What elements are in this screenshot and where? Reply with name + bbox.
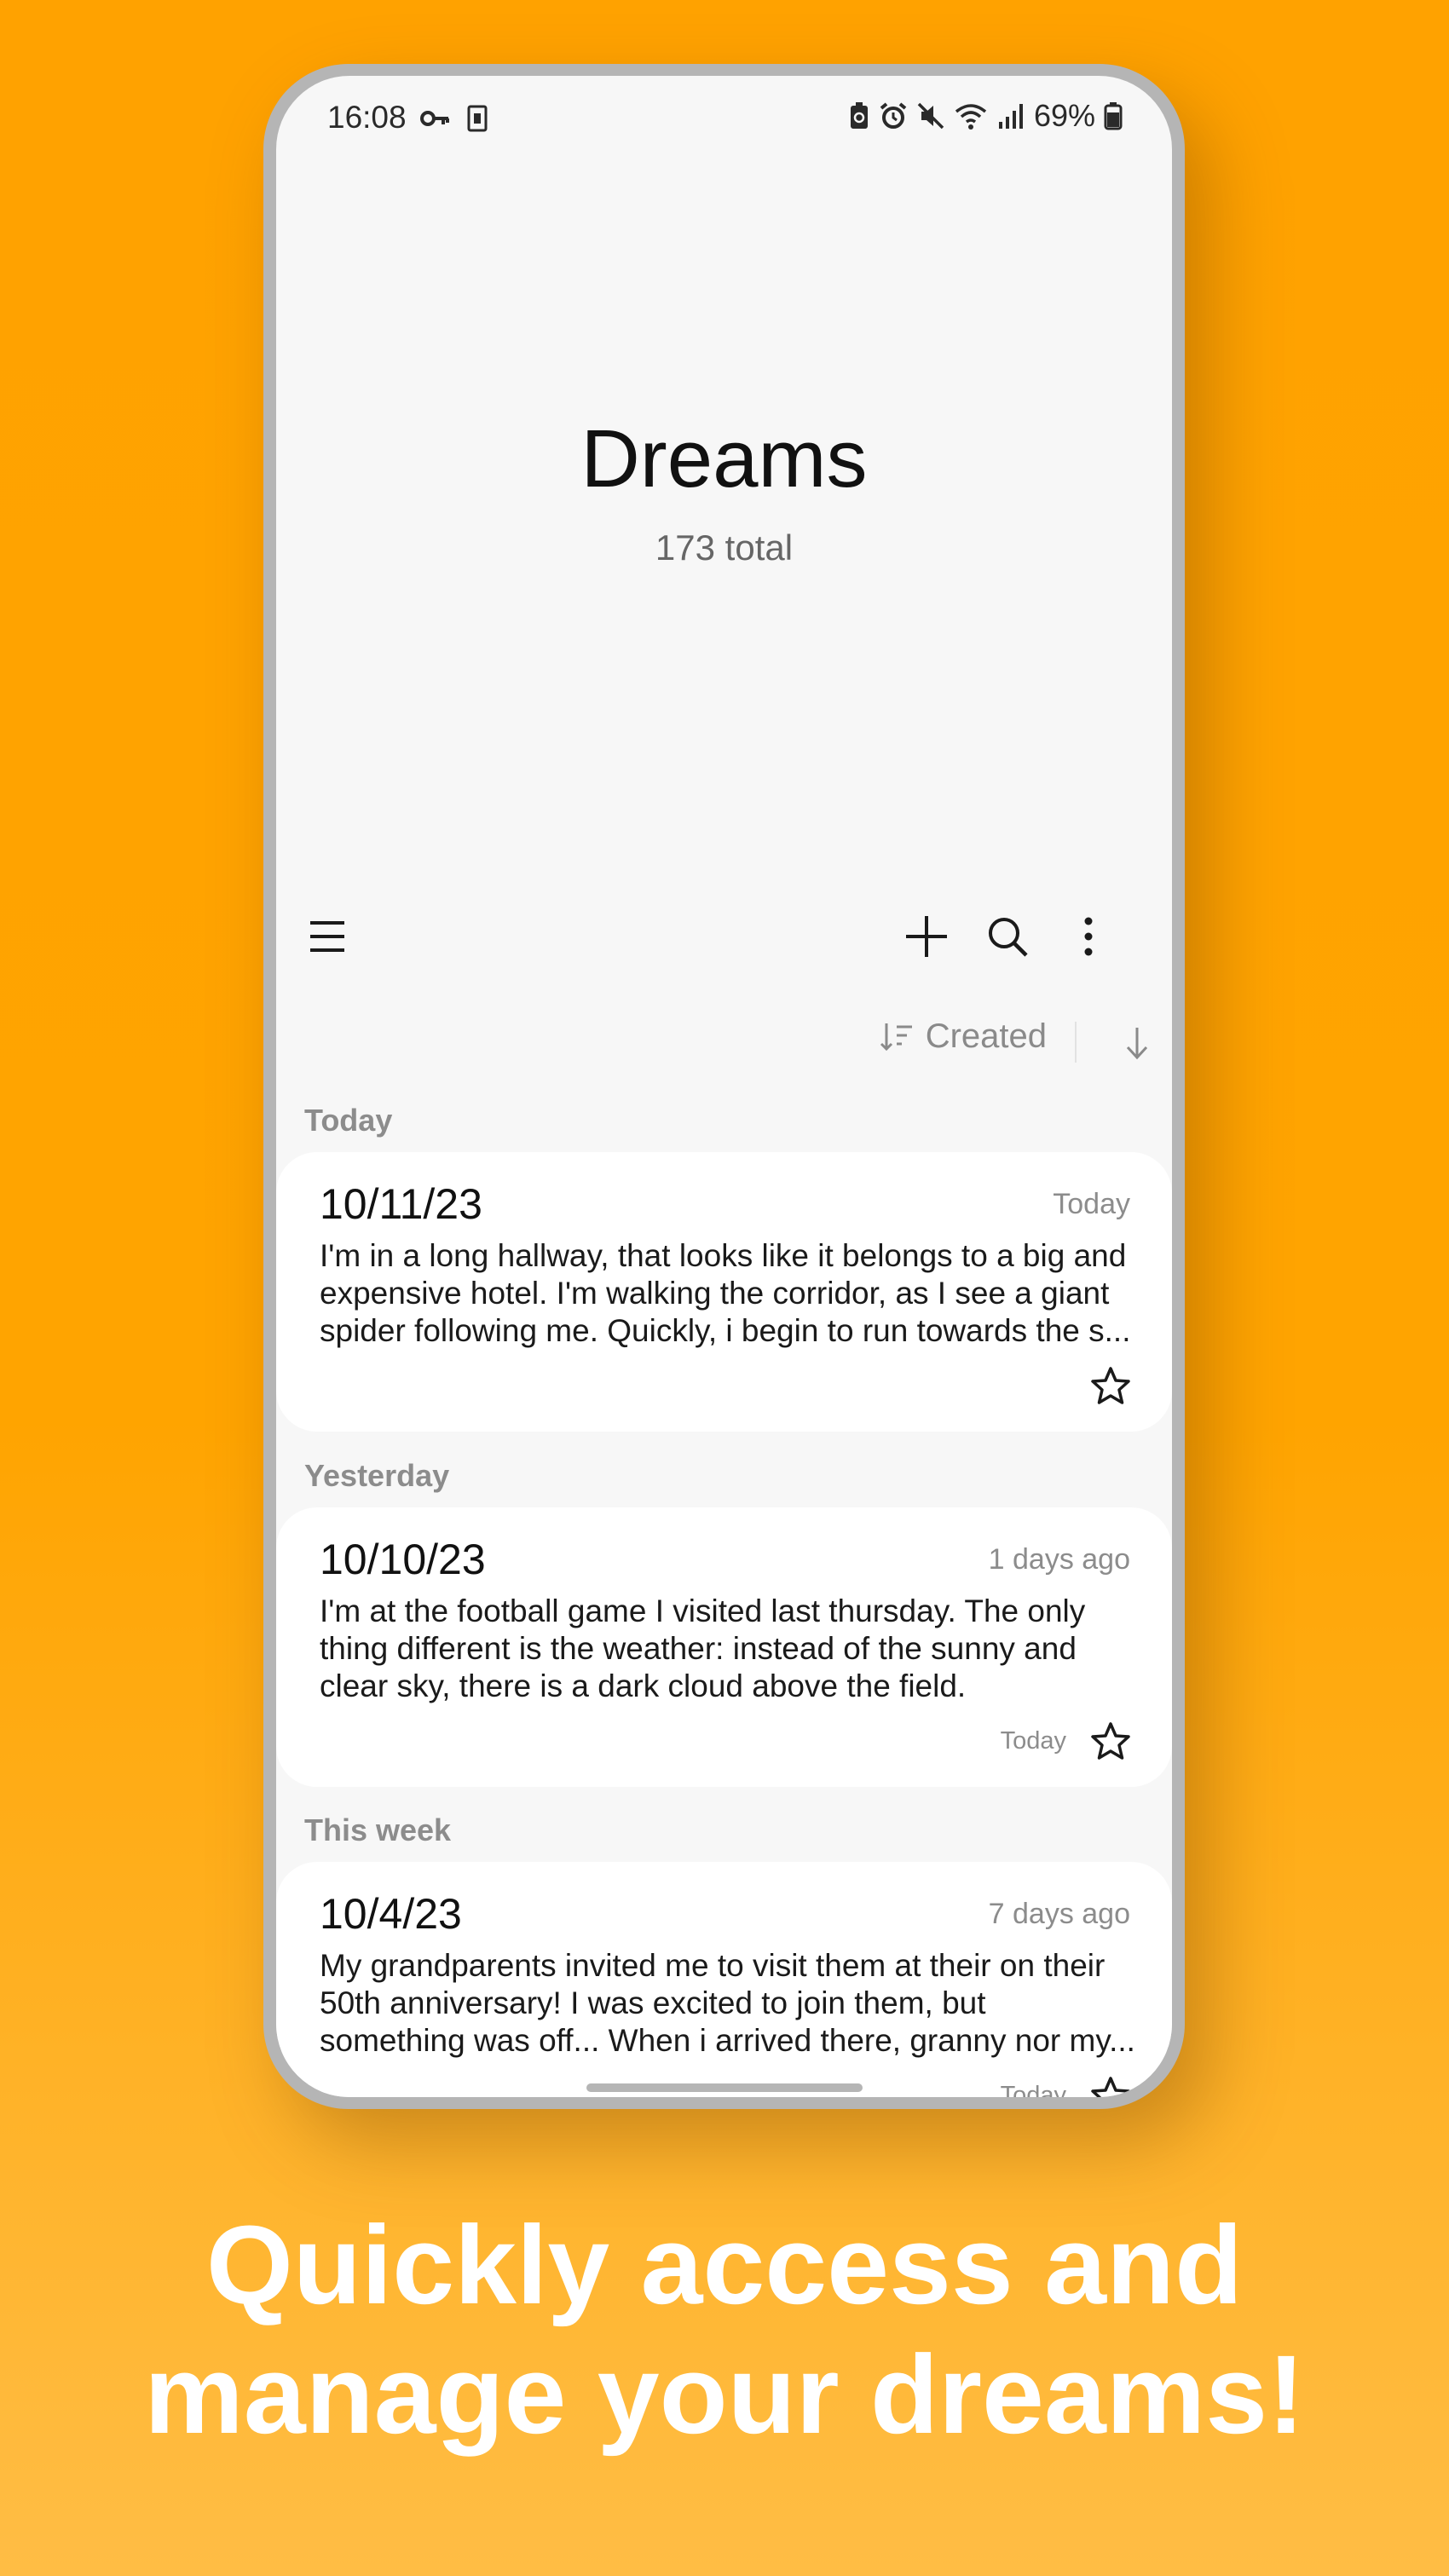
favorite-button[interactable]	[1083, 2068, 1138, 2097]
more-vert-icon	[1084, 917, 1093, 956]
favorite-button[interactable]	[1083, 1714, 1138, 1768]
search-button[interactable]	[973, 902, 1042, 971]
section-label-this-week: This week	[304, 1812, 452, 1847]
dream-excerpt: My grandparents invited me to visit them…	[320, 1948, 1134, 2058]
dream-excerpt: I'm in a long hallway, that looks like i…	[320, 1238, 1131, 1348]
sort-icon	[880, 1023, 912, 1051]
caption-line-2: manage your dreams!	[144, 2331, 1305, 2457]
dream-card[interactable]: 10/11/23 Today I'm in a long hallway, th…	[276, 1152, 1172, 1432]
sort-selector[interactable]: Created	[880, 1017, 1047, 1056]
phone-screen: 16:08 69% Dreams 173 total Created Today…	[276, 76, 1172, 2097]
key-icon	[420, 111, 449, 126]
dream-age: Today	[1053, 1188, 1130, 1220]
status-bar: 16:08 69%	[276, 76, 1172, 161]
star-outline-icon	[1091, 2077, 1130, 2097]
section-label-yesterday: Yesterday	[304, 1458, 450, 1493]
favorite-button[interactable]	[1083, 1358, 1138, 1413]
menu-icon	[310, 921, 344, 952]
wifi-icon	[955, 104, 987, 130]
add-dream-button[interactable]	[892, 902, 961, 971]
add-icon	[906, 916, 947, 957]
caption-line-1: Quickly access and	[205, 2202, 1244, 2327]
dream-modified: Today	[1000, 1727, 1066, 1755]
promo-caption: Quickly access and manage your dreams!	[0, 2200, 1449, 2459]
mute-icon	[917, 102, 944, 130]
dream-date: 10/10/23	[320, 1536, 486, 1583]
dream-age: 1 days ago	[988, 1543, 1130, 1576]
status-time: 16:08	[327, 100, 407, 135]
battery-percent: 69%	[1033, 98, 1095, 133]
battery-icon	[1104, 102, 1123, 130]
section-label-today: Today	[304, 1103, 393, 1138]
dream-date: 10/11/23	[320, 1180, 482, 1228]
phone-frame: 16:08 69% Dreams 173 total Created Today…	[263, 64, 1185, 2109]
signal-icon	[998, 104, 1023, 129]
home-indicator[interactable]	[586, 2083, 863, 2092]
dream-excerpt: I'm at the football game I visited last …	[320, 1593, 1086, 1703]
dream-card[interactable]: 10/4/23 7 days ago My grandparents invit…	[276, 1862, 1172, 2097]
dream-card[interactable]: 10/10/23 1 days ago I'm at the football …	[276, 1507, 1172, 1787]
dream-date: 10/4/23	[320, 1890, 462, 1938]
sort-label: Created	[925, 1017, 1047, 1055]
more-options-button[interactable]	[1054, 902, 1123, 971]
arrow-down-icon	[1126, 1028, 1148, 1060]
sim-icon	[467, 105, 488, 132]
star-outline-icon	[1091, 1367, 1130, 1404]
page-title: Dreams	[580, 413, 868, 504]
dream-age: 7 days ago	[988, 1898, 1130, 1930]
sort-divider	[1075, 1022, 1077, 1063]
sort-direction-button[interactable]	[1111, 1017, 1163, 1069]
alarm-icon	[880, 102, 907, 129]
battery-saver-icon	[850, 102, 868, 129]
dream-count: 173 total	[655, 527, 794, 568]
menu-button[interactable]	[293, 902, 361, 971]
dream-modified: Today	[1000, 2082, 1066, 2097]
star-outline-icon	[1091, 1722, 1130, 1760]
search-icon	[989, 918, 1028, 957]
